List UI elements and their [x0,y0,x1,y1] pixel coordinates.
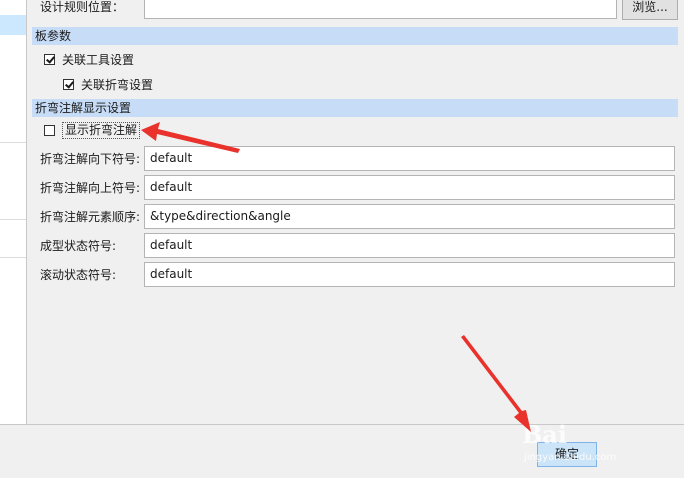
left-nav-selected-item[interactable] [0,15,26,35]
sheet-params-header: 板参数 [32,27,678,45]
bend-down-symbol-label: 折弯注解向下符号: [40,152,141,166]
link-bend-settings-row[interactable]: 关联折弯设置 [63,76,153,93]
left-nav-divider [0,219,26,220]
bend-down-symbol-input[interactable]: default [144,146,675,171]
left-nav-divider [0,257,26,258]
show-bend-annotation-row[interactable]: 显示折弯注解 [44,122,141,139]
formed-state-symbol-label: 成型状态符号: [40,239,117,253]
show-bend-annotation-label: 显示折弯注解 [62,122,141,139]
bend-up-symbol-label: 折弯注解向上符号: [40,181,141,195]
show-bend-annotation-checkbox[interactable] [44,125,55,136]
ok-button[interactable]: 确定 [537,442,597,467]
bend-element-order-input[interactable]: &type&direction&angle [144,204,675,229]
bend-element-order-label: 折弯注解元素顺序: [40,210,141,224]
bend-up-symbol-input[interactable]: default [144,175,675,200]
link-tool-settings-row[interactable]: 关联工具设置 [44,51,134,68]
rolled-state-symbol-input[interactable]: default [144,262,675,287]
left-nav-pane [0,0,27,424]
dialog-footer: 确定 [0,424,684,478]
bend-annotation-header: 折弯注解显示设置 [32,99,678,117]
rolled-state-symbol-label: 滚动状态符号: [40,268,117,282]
design-rule-location-input[interactable] [144,0,617,19]
left-nav-divider [0,142,26,143]
link-bend-settings-label: 关联折弯设置 [81,78,154,92]
formed-state-symbol-input[interactable]: default [144,233,675,258]
design-rule-location-label: 设计规则位置： [40,0,125,14]
link-tool-settings-label: 关联工具设置 [62,53,135,67]
settings-panel: 设计规则位置： 浏览... 板参数 关联工具设置 关联折弯设置 折弯注解显示设置… [27,0,684,424]
browse-button[interactable]: 浏览... [622,0,678,20]
link-bend-settings-checkbox[interactable] [63,79,74,90]
link-tool-settings-checkbox[interactable] [44,54,55,65]
